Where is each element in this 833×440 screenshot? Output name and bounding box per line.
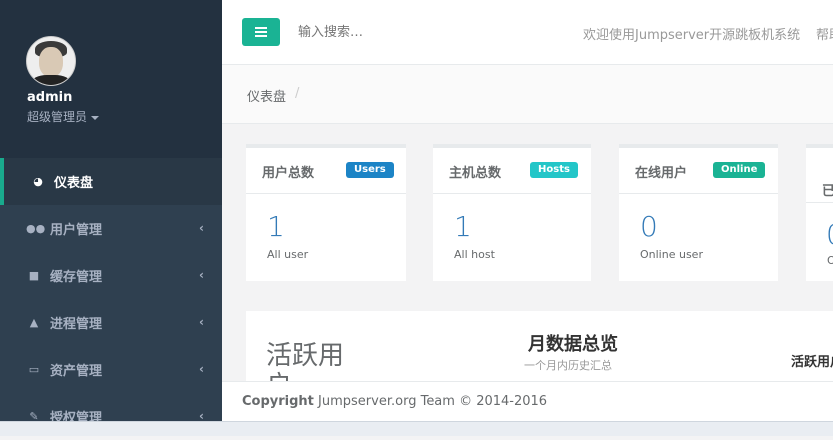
avatar[interactable] [26,36,76,86]
stat-box-online: 在线用户 Online 0 Online user [619,144,778,281]
user-name: admin [27,90,73,105]
sidebar-item-cache[interactable]: ■ 缓存管理 ‹ [0,252,222,299]
footer-text: Jumpserver.org Team © 2014-2016 [318,394,548,409]
stat-title: 已 [822,184,833,199]
stat-value: 1 [454,210,472,243]
chevron-left-icon: ‹ [199,268,204,282]
chevron-left-icon: ‹ [199,221,204,235]
overview-panel: 活跃用户 月数据总览 一个月内历史汇总 活跃用户 [246,311,833,401]
chevron-left-icon: ‹ [199,315,204,329]
stat-value: 1 [267,210,285,243]
sidebar-item-process[interactable]: ▲ 进程管理 ‹ [0,299,222,346]
breadcrumb: 仪表盘 / [222,65,833,124]
truck-icon: ■ [28,269,40,282]
footer: Copyright Jumpserver.org Team © 2014-201… [222,381,833,422]
welcome-message: 欢迎使用Jumpserver开源跳板机系统 [583,28,801,43]
stat-badge: Users [346,162,394,178]
profile-section: admin 超级管理员 [0,0,222,158]
monthly-overview-title: 月数据总览 [528,334,618,355]
monthly-overview-subtitle: 一个月内历史汇总 [524,359,612,372]
dashboard-icon: ◕ [33,175,43,188]
sidebar-item-label: 仪表盘 [54,176,94,191]
inbox-icon: ▭ [28,363,40,376]
stat-subtitle: All host [454,248,495,261]
sidebar-item-assets[interactable]: ▭ 资产管理 ‹ [0,346,222,393]
search-input[interactable] [296,24,500,41]
sidebar: admin 超级管理员 ◕ 仪表盘 ●● 用户管理 ‹ ■ 缓存管理 ‹ ▲ 进… [0,0,222,435]
top-navbar: 欢迎使用Jumpserver开源跳板机系统 帮助 [222,0,833,65]
os-taskbar [0,421,833,436]
stat-badge: Hosts [530,162,578,178]
stat-value: 0 [826,218,833,251]
chevron-left-icon: ‹ [199,362,204,376]
stat-title: 用户总数 [262,166,315,181]
sidebar-toggle-button[interactable] [242,18,280,46]
stat-value: 0 [640,210,658,243]
sidebar-item-label: 进程管理 [50,317,103,332]
sidebar-nav: ◕ 仪表盘 ●● 用户管理 ‹ ■ 缓存管理 ‹ ▲ 进程管理 ‹ ▭ 资产管理… [0,158,222,440]
active-users-heading: 活跃用户 [791,355,833,370]
breadcrumb-current[interactable]: 仪表盘 [247,86,286,105]
sidebar-item-dashboard[interactable]: ◕ 仪表盘 [0,158,222,205]
stat-box-hosts: 主机总数 Hosts 1 All host [433,144,591,281]
stat-box-partial: 已 0 O [806,144,833,281]
caret-down-icon [91,115,100,120]
sidebar-item-label: 资产管理 [50,364,103,379]
user-role: 超级管理员 [27,110,88,124]
help-link[interactable]: 帮助 [816,24,833,43]
sidebar-item-label: 缓存管理 [50,270,103,285]
breadcrumb-separator: / [295,86,300,101]
footer-brand: Copyright [242,394,314,409]
stat-subtitle: Online user [640,248,703,261]
sidebar-item-users[interactable]: ●● 用户管理 ‹ [0,205,222,252]
stat-box-users: 用户总数 Users 1 All user [246,144,406,281]
stat-subtitle: O [827,254,833,267]
stat-title: 在线用户 [635,166,688,181]
user-role-dropdown[interactable]: 超级管理员 [27,108,100,125]
users-icon: ●● [26,222,46,235]
stat-subtitle: All user [267,248,309,261]
hamburger-icon [255,27,267,29]
thumbs-up-icon: ▲ [29,316,39,329]
stat-title: 主机总数 [449,166,502,181]
stat-badge: Online [713,162,766,178]
sidebar-item-label: 用户管理 [50,223,103,238]
